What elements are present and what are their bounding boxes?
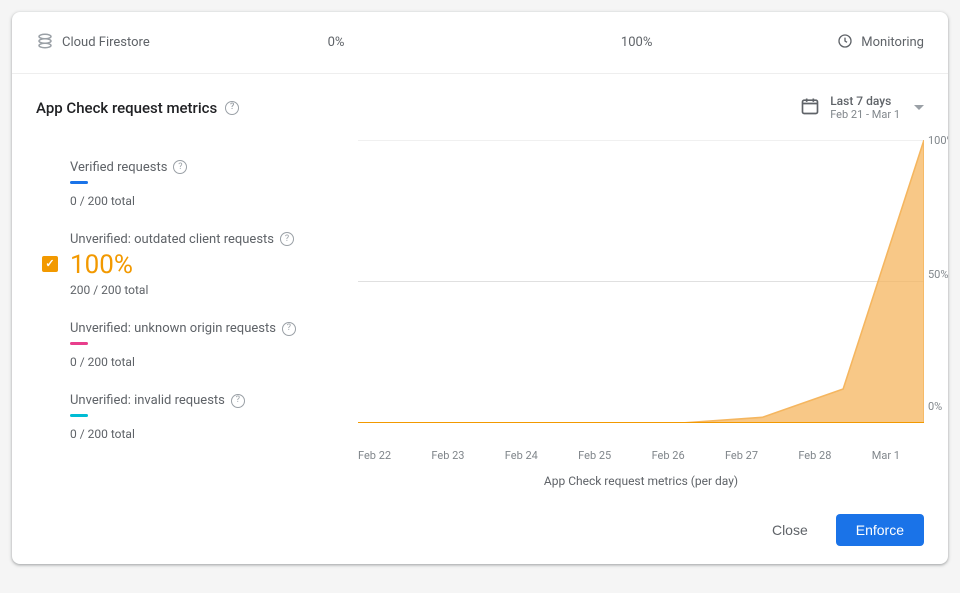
legend: Verified requests?0 / 200 totalUnverifie… bbox=[36, 140, 346, 488]
help-icon[interactable]: ? bbox=[173, 160, 187, 174]
legend-item[interactable]: Unverified: invalid requests? 0 / 200 tot… bbox=[36, 381, 346, 453]
ytick-50: 50% bbox=[928, 268, 948, 281]
enforce-button[interactable]: Enforce bbox=[836, 514, 924, 546]
legend-count: 0 / 200 total bbox=[70, 427, 346, 441]
help-icon[interactable]: ? bbox=[231, 394, 245, 408]
legend-swatch bbox=[70, 181, 88, 184]
legend-item[interactable]: Unverified: unknown origin requests? 0 / … bbox=[36, 309, 346, 381]
chevron-down-icon bbox=[914, 105, 924, 110]
date-range-text: Last 7 days Feb 21 - Mar 1 bbox=[830, 94, 900, 122]
legend-swatch bbox=[70, 414, 88, 417]
xtick: Feb 22 bbox=[358, 449, 391, 462]
xtick: Mar 1 bbox=[872, 449, 900, 462]
help-icon[interactable]: ? bbox=[225, 101, 239, 115]
date-range-label: Last 7 days bbox=[830, 94, 900, 108]
xtick: Feb 25 bbox=[578, 449, 611, 462]
topbar-stat-b: 100% bbox=[436, 35, 837, 50]
legend-title: Verified requests? bbox=[70, 160, 346, 175]
content: Verified requests?0 / 200 totalUnverifie… bbox=[12, 122, 948, 500]
section-title-text: App Check request metrics bbox=[36, 99, 217, 117]
date-range-sub: Feb 21 - Mar 1 bbox=[830, 108, 900, 121]
legend-count: 0 / 200 total bbox=[70, 194, 346, 208]
xtick: Feb 27 bbox=[725, 449, 758, 462]
xlabels: Feb 22 Feb 23 Feb 24 Feb 25 Feb 26 Feb 27 Feb … bbox=[358, 449, 900, 462]
legend-title: Unverified: invalid requests? bbox=[70, 393, 346, 408]
help-icon[interactable]: ? bbox=[280, 232, 294, 246]
clock-icon bbox=[837, 33, 853, 53]
legend-count: 0 / 200 total bbox=[70, 355, 346, 369]
xtick: Feb 23 bbox=[431, 449, 464, 462]
help-icon[interactable]: ? bbox=[282, 322, 296, 336]
calendar-icon bbox=[800, 96, 820, 120]
legend-item[interactable]: Unverified: outdated client requests? 100… bbox=[36, 220, 346, 310]
monitoring-link[interactable]: Monitoring bbox=[837, 33, 924, 53]
legend-checkbox[interactable] bbox=[42, 256, 58, 272]
legend-item[interactable]: Verified requests? 0 / 200 total bbox=[36, 148, 346, 220]
topbar-stat-a: 0% bbox=[236, 35, 436, 50]
section-title: App Check request metrics ? bbox=[36, 99, 239, 117]
legend-title: Unverified: unknown origin requests? bbox=[70, 321, 346, 336]
date-range-picker[interactable]: Last 7 days Feb 21 - Mar 1 bbox=[800, 94, 924, 122]
xtick: Feb 26 bbox=[652, 449, 685, 462]
firestore-icon bbox=[36, 32, 54, 54]
ytick-100: 100% bbox=[928, 134, 948, 147]
footer: Close Enforce bbox=[12, 500, 948, 564]
topbar: Cloud Firestore 0% 100% Monitoring bbox=[12, 12, 948, 74]
legend-percent: 100% bbox=[70, 251, 346, 280]
app-check-card: Cloud Firestore 0% 100% Monitoring App C… bbox=[12, 12, 948, 564]
close-button[interactable]: Close bbox=[752, 514, 828, 546]
monitoring-label: Monitoring bbox=[861, 35, 924, 50]
xtick: Feb 28 bbox=[798, 449, 831, 462]
xtick: Feb 24 bbox=[505, 449, 538, 462]
chart-plot: 100% 50% 0% Feb 22Feb 23Feb 24Feb 25Feb … bbox=[358, 140, 924, 440]
section-header: App Check request metrics ? Last 7 days … bbox=[12, 74, 948, 122]
chart-svg bbox=[358, 140, 924, 423]
legend-count: 200 / 200 total bbox=[70, 283, 346, 297]
legend-title: Unverified: outdated client requests? bbox=[70, 232, 346, 247]
chart-caption: App Check request metrics (per day) bbox=[358, 474, 924, 488]
ytick-0: 0% bbox=[928, 400, 942, 413]
product-name: Cloud Firestore bbox=[62, 35, 150, 50]
product-label: Cloud Firestore bbox=[36, 32, 236, 54]
legend-swatch bbox=[70, 342, 88, 345]
chart: 100% 50% 0% Feb 22Feb 23Feb 24Feb 25Feb … bbox=[358, 140, 924, 488]
